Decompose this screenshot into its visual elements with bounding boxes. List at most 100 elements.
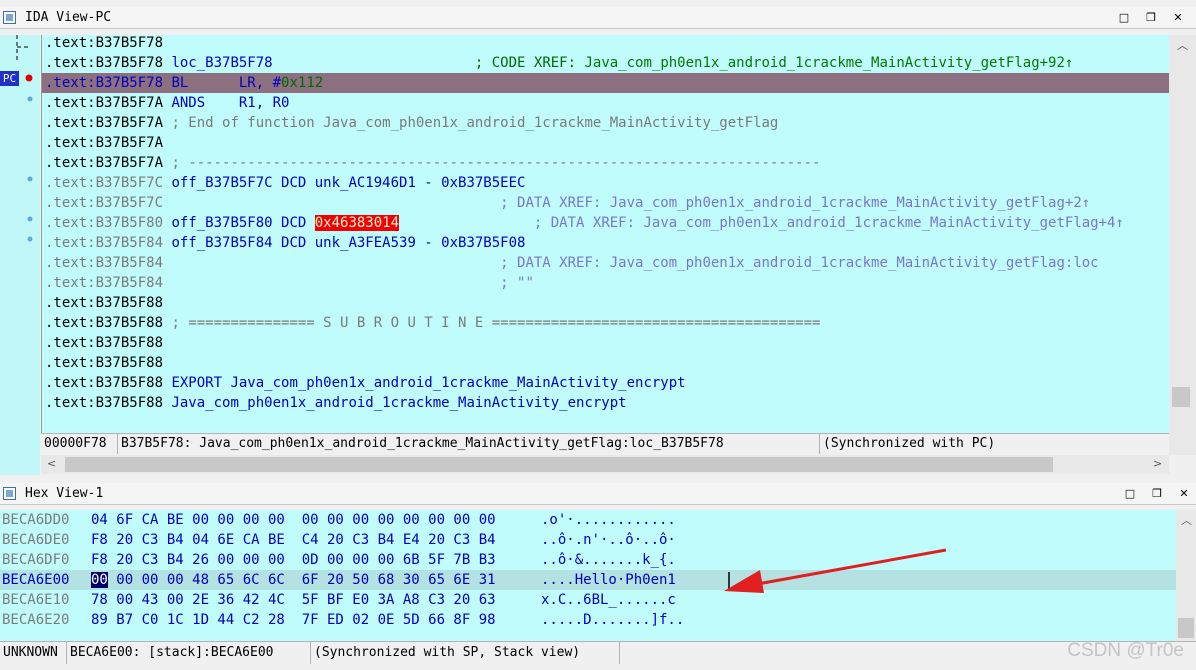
line-text: off_B37B5F80 DCD [163, 215, 315, 231]
hex-ascii: .o'·............ [541, 512, 676, 528]
line-address: .text:B37B5F88 [45, 295, 164, 311]
line-address: .text:B37B5F78 [45, 35, 164, 51]
close-icon[interactable]: ✕ [1170, 10, 1186, 26]
ida-status-sync: (Synchronized with PC) [823, 436, 996, 451]
hex-vertical-scrollbar[interactable]: ︿ [1176, 510, 1196, 641]
ida-vertical-scrollbar[interactable]: ︿ [1169, 35, 1196, 455]
hex-row[interactable]: BECA6DF0 F8 20 C3 B4 26 00 00 00 0D 00 00… [0, 550, 1176, 570]
line-text: ; DATA XREF: Java_com_ph0en1x_android_1c… [399, 215, 1124, 231]
hex-row[interactable]: BECA6E20 89 B7 C0 1C 1D 44 C2 28 7F ED 02… [0, 610, 1176, 630]
ida-status-bar: 00000F78 B37B5F78: Java_com_ph0en1x_andr… [41, 433, 1169, 455]
pc-marker: PC [0, 71, 19, 86]
line-address: .text:B37B5F7C [45, 195, 164, 211]
ida-horizontal-scrollbar[interactable]: < > [41, 455, 1169, 474]
code-line[interactable]: .text:B37B5F88 ; =============== S U B R… [42, 313, 1170, 333]
code-line[interactable]: .text:B37B5F88 EXPORT Java_com_ph0en1x_a… [42, 373, 1170, 393]
selected-byte[interactable]: 00 [91, 572, 108, 588]
line-address: .text:B37B5F7A [45, 115, 164, 131]
hex-bytes[interactable]: 00 00 00 00 48 65 6C 6C 6F 20 50 68 30 6… [91, 570, 496, 590]
line-address: .text:B37B5F7A [45, 135, 164, 151]
line-text: ; DATA XREF: Java_com_ph0en1x_android_1c… [163, 255, 1099, 271]
line-address: .text:B37B5F78 [45, 55, 164, 71]
hex-bytes-text: 04 6F CA BE 00 00 00 00 00 00 00 00 00 0… [91, 512, 496, 528]
code-line[interactable]: .text:B37B5F88 [42, 353, 1170, 373]
line-address: .text:B37B5F84 [45, 275, 164, 291]
ida-vscroll-thumb[interactable] [1172, 387, 1190, 407]
code-line[interactable]: .text:B37B5F7A ; -----------------------… [42, 153, 1170, 173]
hex-status-location: BECA6E00: [stack]:BECA6E00 [67, 642, 311, 664]
ida-hscroll-thumb[interactable] [65, 457, 1053, 472]
restore-icon[interactable]: ❐ [1149, 486, 1165, 502]
line-text: BL LR, # [163, 75, 282, 91]
code-line[interactable]: .text:B37B5F78 loc_B37B5F78 ; CODE XREF:… [42, 53, 1170, 73]
line-text: ANDS R1, R0 [163, 95, 290, 111]
hex-ascii: ..ô·&.......k_{. [541, 552, 676, 568]
line-address: .text:B37B5F84 [45, 235, 164, 251]
hex-bytes-text: 00 00 00 48 65 6C 6C 6F 20 50 68 30 65 6… [107, 572, 496, 588]
hex-ascii: x.C..6BL_......c [541, 592, 676, 608]
code-line[interactable]: .text:B37B5F80 off_B37B5F80 DCD 0x463830… [42, 213, 1170, 233]
line-text: ; End of function Java_com_ph0en1x_andro… [163, 115, 779, 131]
line-text: 0x112 [281, 75, 324, 91]
hex-bytes[interactable]: F8 20 C3 B4 04 6E CA BE C4 20 C3 B4 E4 2… [91, 530, 496, 550]
code-line[interactable]: .text:B37B5F7C off_B37B5F7C DCD unk_AC19… [42, 173, 1170, 193]
ida-status-offset: 00000F78 [41, 434, 118, 454]
code-line[interactable]: .text:B37B5F78 [42, 35, 1170, 53]
ida-disassembly-view[interactable]: .text:B37B5F78 .text:B37B5F78 loc_B37B5F7… [41, 35, 1170, 433]
line-address: .text:B37B5F88 [45, 335, 164, 351]
hex-ascii: .....D.......]f.. [541, 612, 685, 628]
breakpoint-icon [25, 74, 33, 82]
code-line[interactable]: .text:B37B5F88 [42, 293, 1170, 313]
line-address: .text:B37B5F88 [45, 395, 164, 411]
hex-address: BECA6DF0 [2, 552, 70, 568]
code-line[interactable]: .text:B37B5F84 ; DATA XREF: Java_com_ph0… [42, 253, 1170, 273]
gutter-graphics [16, 35, 33, 242]
line-text: ; DATA XREF: Java_com_ph0en1x_android_1c… [163, 195, 1091, 211]
hex-row[interactable]: BECA6DE0 F8 20 C3 B4 04 6E CA BE C4 20 C3… [0, 530, 1176, 550]
hex-address: BECA6E20 [2, 612, 70, 628]
current-hex-row[interactable]: BECA6E00 00 00 00 00 48 65 6C 6C 6F 20 50… [0, 570, 1176, 590]
close-icon[interactable]: ✕ [1176, 486, 1192, 502]
hex-dump-view[interactable]: BECA6DD0 04 6F CA BE 00 00 00 00 00 00 00… [0, 510, 1176, 641]
code-line[interactable]: .text:B37B5F88 Java_com_ph0en1x_android_… [42, 393, 1170, 413]
hex-ascii: ..ô·.n'·..ô·..ô· [541, 532, 676, 548]
line-text: Java_com_ph0en1x_android_1crackme_MainAc… [584, 55, 1074, 71]
hex-bytes-text: 78 00 43 00 2E 36 42 4C 5F BF E0 3A A8 C… [91, 592, 496, 608]
minimize-icon[interactable]: □ [1116, 10, 1132, 26]
line-address: .text:B37B5F88 [45, 355, 164, 371]
code-line[interactable]: .text:B37B5F7A ; End of function Java_co… [42, 113, 1170, 133]
ida-arrow-gutter[interactable]: PC [0, 35, 40, 475]
hex-row[interactable]: BECA6E10 78 00 43 00 2E 36 42 4C 5F BF E0… [0, 590, 1176, 610]
hex-view-titlebar: Hex View-1 □ ❐ ✕ [0, 483, 1196, 505]
hex-address: BECA6DD0 [2, 512, 70, 528]
code-line[interactable]: .text:B37B5F7C ; DATA XREF: Java_com_ph0… [42, 193, 1170, 213]
panel-icon [3, 487, 16, 500]
minimize-icon[interactable]: □ [1122, 486, 1138, 502]
restore-icon[interactable]: ❐ [1143, 10, 1159, 26]
hex-address: BECA6DE0 [2, 532, 70, 548]
hex-row[interactable]: BECA6DD0 04 6F CA BE 00 00 00 00 00 00 00… [0, 510, 1176, 530]
code-line[interactable]: .text:B37B5F88 [42, 333, 1170, 353]
hex-bytes[interactable]: 78 00 43 00 2E 36 42 4C 5F BF E0 3A A8 C… [91, 590, 496, 610]
code-line[interactable]: .text:B37B5F7A [42, 133, 1170, 153]
code-line[interactable]: .text:B37B5F84 ; "" [42, 273, 1170, 293]
line-address: .text:B37B5F7A [45, 95, 164, 111]
hex-address: BECA6E00 [2, 572, 70, 588]
hex-vscroll-thumb[interactable] [1178, 618, 1194, 638]
hex-ascii: ....Hello·Ph0en1 [541, 572, 676, 588]
line-text: Java_com_ph0en1x_android_1crackme_MainAc… [163, 395, 627, 411]
hex-bytes[interactable]: F8 20 C3 B4 26 00 00 00 0D 00 00 00 6B 5… [91, 550, 496, 570]
line-address: .text:B37B5F88 [45, 375, 164, 391]
code-line[interactable]: .text:B37B5F7A ANDS R1, R0 [42, 93, 1170, 113]
ida-view-titlebar: IDA View-PC □ ❐ ✕ [0, 7, 1196, 29]
line-text: ; =============== S U B R O U T I N E ==… [163, 315, 821, 331]
code-line[interactable]: .text:B37B5F84 off_B37B5F84 DCD unk_A3FE… [42, 233, 1170, 253]
hex-bytes-text: 89 B7 C0 1C 1D 44 C2 28 7F ED 02 0E 5D 6… [91, 612, 496, 628]
hex-bytes[interactable]: 04 6F CA BE 00 00 00 00 00 00 00 00 00 0… [91, 510, 496, 530]
hex-bytes[interactable]: 89 B7 C0 1C 1D 44 C2 28 7F ED 02 0E 5D 6… [91, 610, 496, 630]
line-address: .text:B37B5F80 [45, 215, 164, 231]
current-code-line[interactable]: .text:B37B5F78 BL LR, #0x112 [42, 73, 1170, 93]
hex-status-sync: (Synchronized with SP, Stack view) [311, 642, 620, 664]
line-text: loc_B37B5F78 [163, 55, 273, 71]
hex-address: BECA6E10 [2, 592, 70, 608]
